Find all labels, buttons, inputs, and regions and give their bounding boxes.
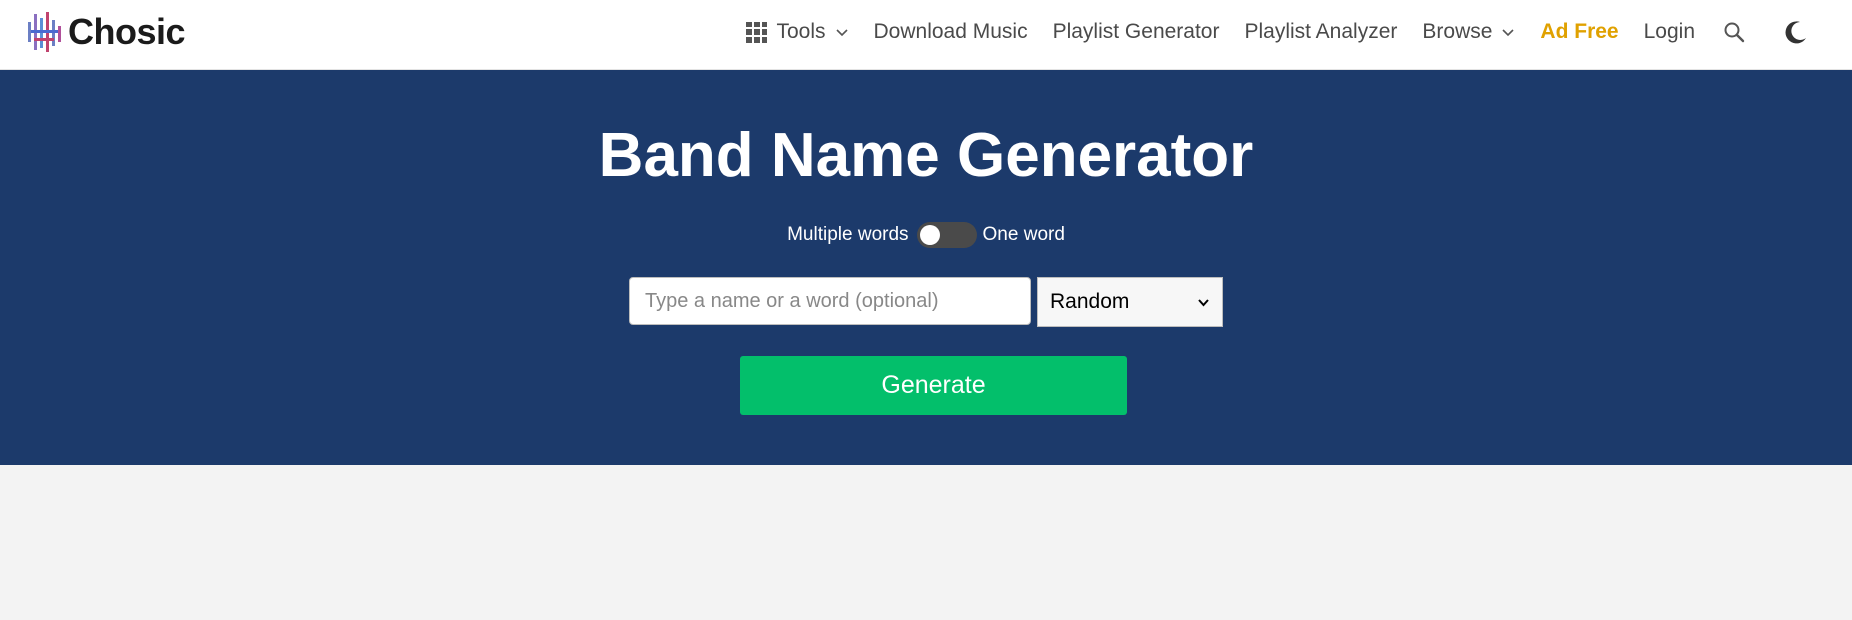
page-title: Band Name Generator (598, 121, 1254, 190)
hero-section: Band Name Generator Multiple words One w… (0, 70, 1852, 465)
nav-tools-label: Tools (776, 20, 826, 43)
dark-mode-toggle[interactable] (1782, 18, 1810, 46)
chevron-down-icon (1198, 298, 1209, 306)
main-nav: Tools Download Music Playlist Generator … (721, 0, 1852, 64)
search-icon (1724, 22, 1745, 43)
grid-icon (746, 21, 768, 43)
toggle-label-multiple: Multiple words (787, 224, 909, 245)
nav-download-music[interactable]: Download Music (874, 20, 1028, 44)
style-select-value: Random (1050, 290, 1130, 313)
nav-tools[interactable]: Tools (746, 20, 848, 44)
generate-button[interactable]: Generate (740, 356, 1127, 415)
logo-text: Chosic (68, 11, 186, 52)
logo-icon (28, 12, 61, 52)
site-header: Chosic Tools Download Music Playlist Gen… (0, 0, 1852, 70)
nav-login[interactable]: Login (1644, 20, 1695, 44)
nav-browse-label: Browse (1422, 20, 1493, 43)
word-mode-toggle-row: Multiple words One word (0, 222, 1852, 248)
word-mode-switch[interactable] (916, 222, 977, 248)
switch-knob (919, 225, 940, 245)
chevron-down-icon (1502, 29, 1514, 37)
style-select[interactable]: Random (1037, 277, 1223, 327)
moon-icon (1785, 21, 1806, 44)
generator-form: Random (0, 277, 1852, 327)
nav-browse[interactable]: Browse (1422, 20, 1515, 44)
nav-ad-free[interactable]: Ad Free (1540, 20, 1618, 44)
nav-playlist-generator[interactable]: Playlist Generator (1053, 20, 1220, 44)
search-button[interactable] (1720, 18, 1748, 46)
toggle-label-one: One word (982, 224, 1065, 245)
name-input[interactable] (629, 277, 1031, 325)
nav-playlist-analyzer[interactable]: Playlist Analyzer (1244, 20, 1397, 44)
logo[interactable]: Chosic (26, 10, 186, 54)
chevron-down-icon (835, 29, 848, 37)
